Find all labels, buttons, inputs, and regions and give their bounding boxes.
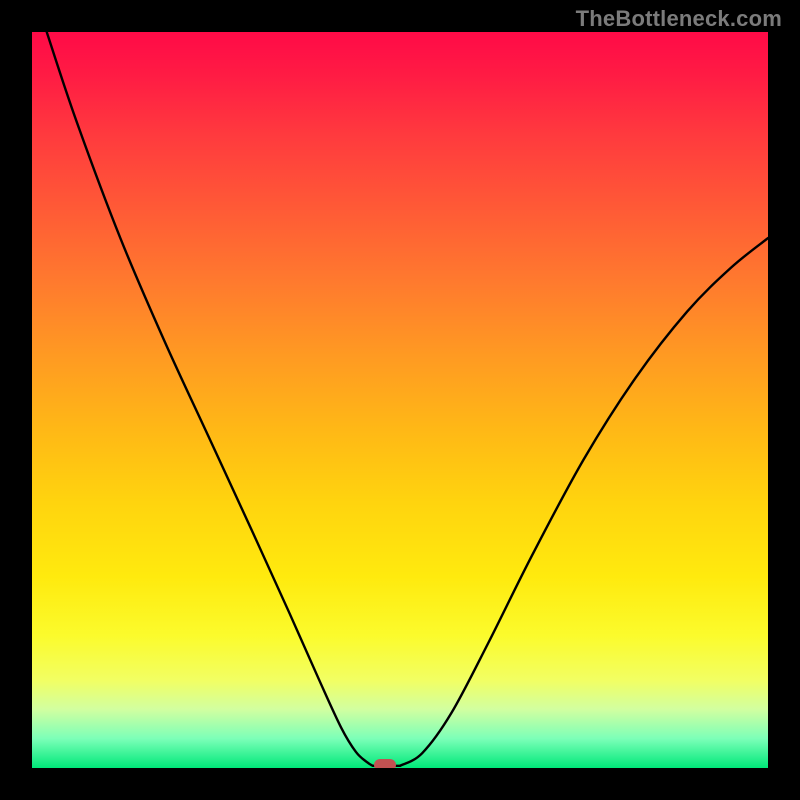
- chart-frame: TheBottleneck.com: [0, 0, 800, 800]
- watermark-text: TheBottleneck.com: [576, 6, 782, 32]
- heat-gradient-background: [32, 32, 768, 768]
- plot-area: [32, 32, 768, 768]
